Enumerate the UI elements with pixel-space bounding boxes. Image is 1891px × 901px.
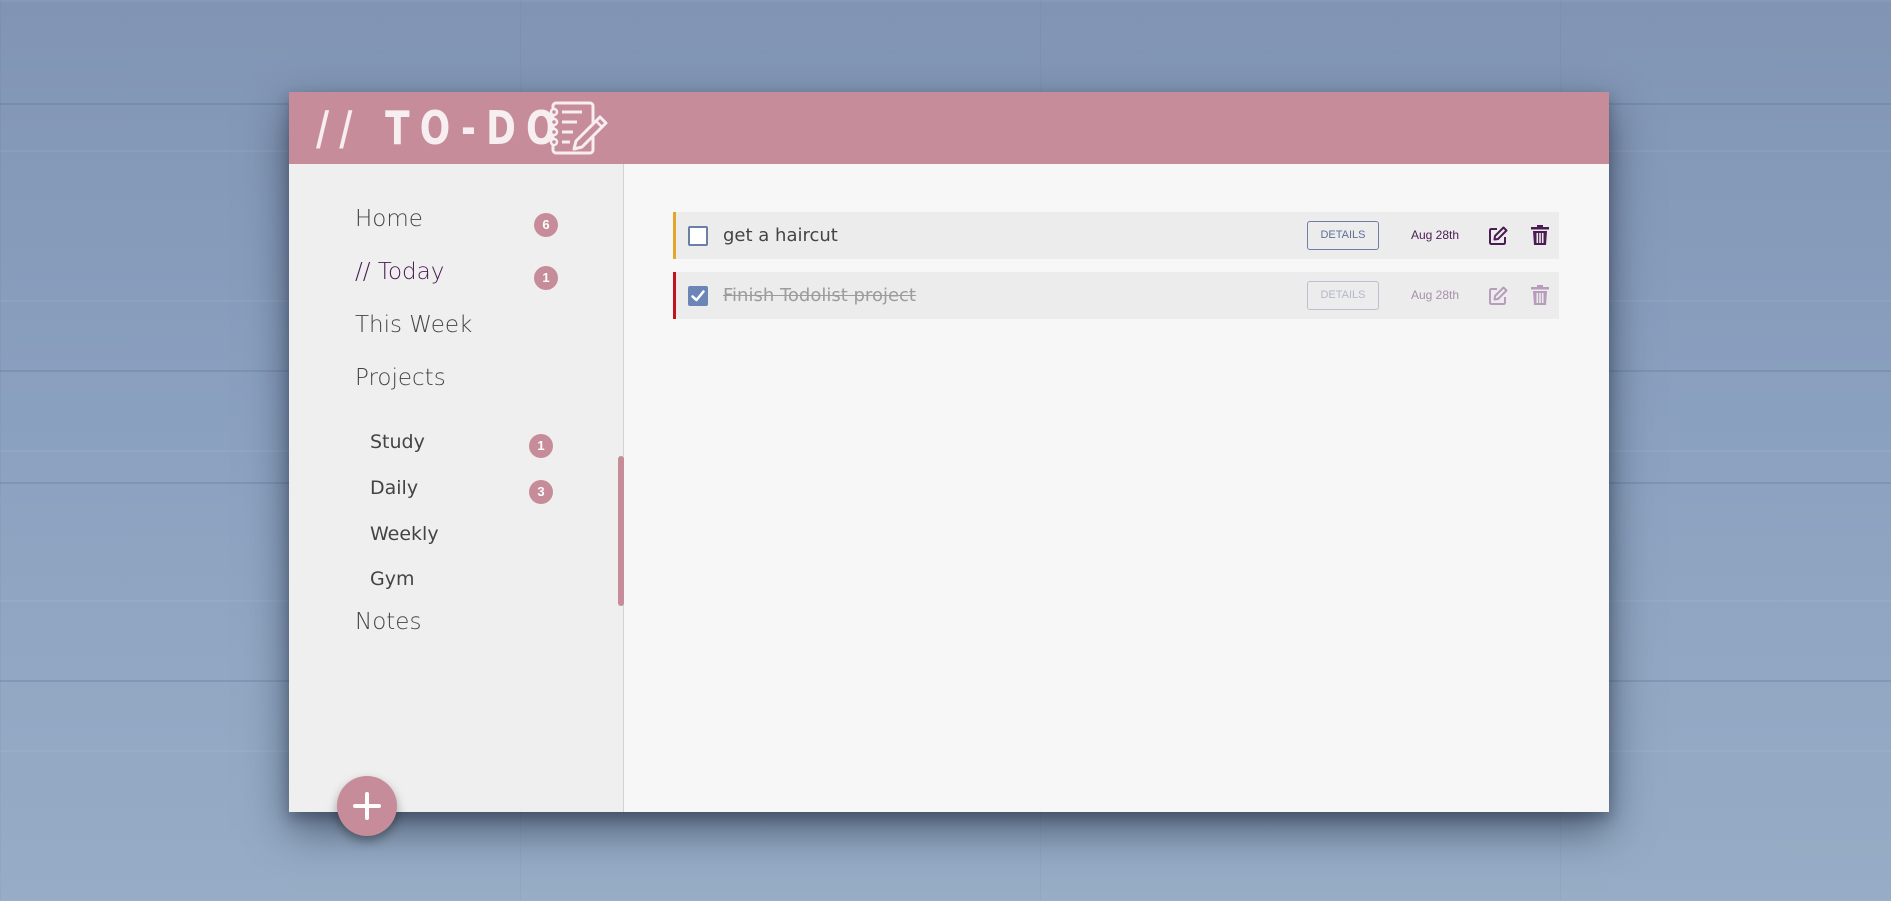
priority-medium-stripe [673,212,676,259]
project-item-label: Gym [370,568,415,590]
trash-icon[interactable] [1531,225,1549,245]
todo-date: Aug 28th [1411,228,1460,242]
nav-item-label: // Today [355,259,445,285]
todo-item: get a haircut DETAILS Aug 28th [673,212,1559,259]
home-count-badge: 6 [534,213,558,237]
todo-checkbox[interactable] [688,226,708,246]
sidebar: Home 6 // Today 1 This Week Projects Stu… [289,164,624,836]
checklist-pencil-icon [549,101,608,155]
todo-app-window: // TO-DO Home 6 // Today 1 This Week Pro… [289,92,1609,836]
app-logo-title: // TO-DO [316,101,567,155]
project-item-label: Daily [370,477,419,499]
nav-item-label: Projects [355,365,446,391]
todo-date: Aug 28th [1411,288,1460,302]
project-item-study[interactable]: Study [370,431,425,453]
todo-title: get a haircut [723,225,838,246]
nav-item-projects[interactable]: Projects [355,365,446,391]
todo-title: Finish Todolist project [723,285,916,306]
project-item-daily[interactable]: Daily [370,477,418,499]
checkmark-icon [691,290,705,302]
edit-icon[interactable] [1488,226,1508,246]
nav-item-notes[interactable]: Notes [355,609,421,635]
priority-high-stripe [673,272,676,319]
study-count-badge: 1 [529,434,553,458]
todo-checkbox[interactable] [688,286,708,306]
today-count-badge: 1 [534,266,558,290]
nav-item-this-week[interactable]: This Week [355,312,472,338]
nav-item-label: Home [355,206,423,232]
nav-item-label: Notes [355,609,422,635]
nav-item-today[interactable]: // Today [355,259,444,285]
daily-count-badge: 3 [529,480,553,504]
project-item-label: Weekly [370,523,439,545]
project-item-weekly[interactable]: Weekly [370,523,439,545]
details-button[interactable]: DETAILS [1307,281,1379,310]
nav-item-home[interactable]: Home [355,206,423,232]
todo-item: Finish Todolist project DETAILS Aug 28th [673,272,1559,319]
nav-item-label: This Week [355,312,473,338]
sidebar-scrollbar[interactable] [618,456,624,606]
trash-icon[interactable] [1531,285,1549,305]
project-item-gym[interactable]: Gym [370,568,414,590]
add-item-button[interactable] [337,776,397,836]
app-header: // TO-DO [289,92,1609,164]
project-item-label: Study [370,431,425,453]
details-button[interactable]: DETAILS [1307,221,1379,250]
plus-icon [365,792,369,820]
edit-icon[interactable] [1488,286,1508,306]
